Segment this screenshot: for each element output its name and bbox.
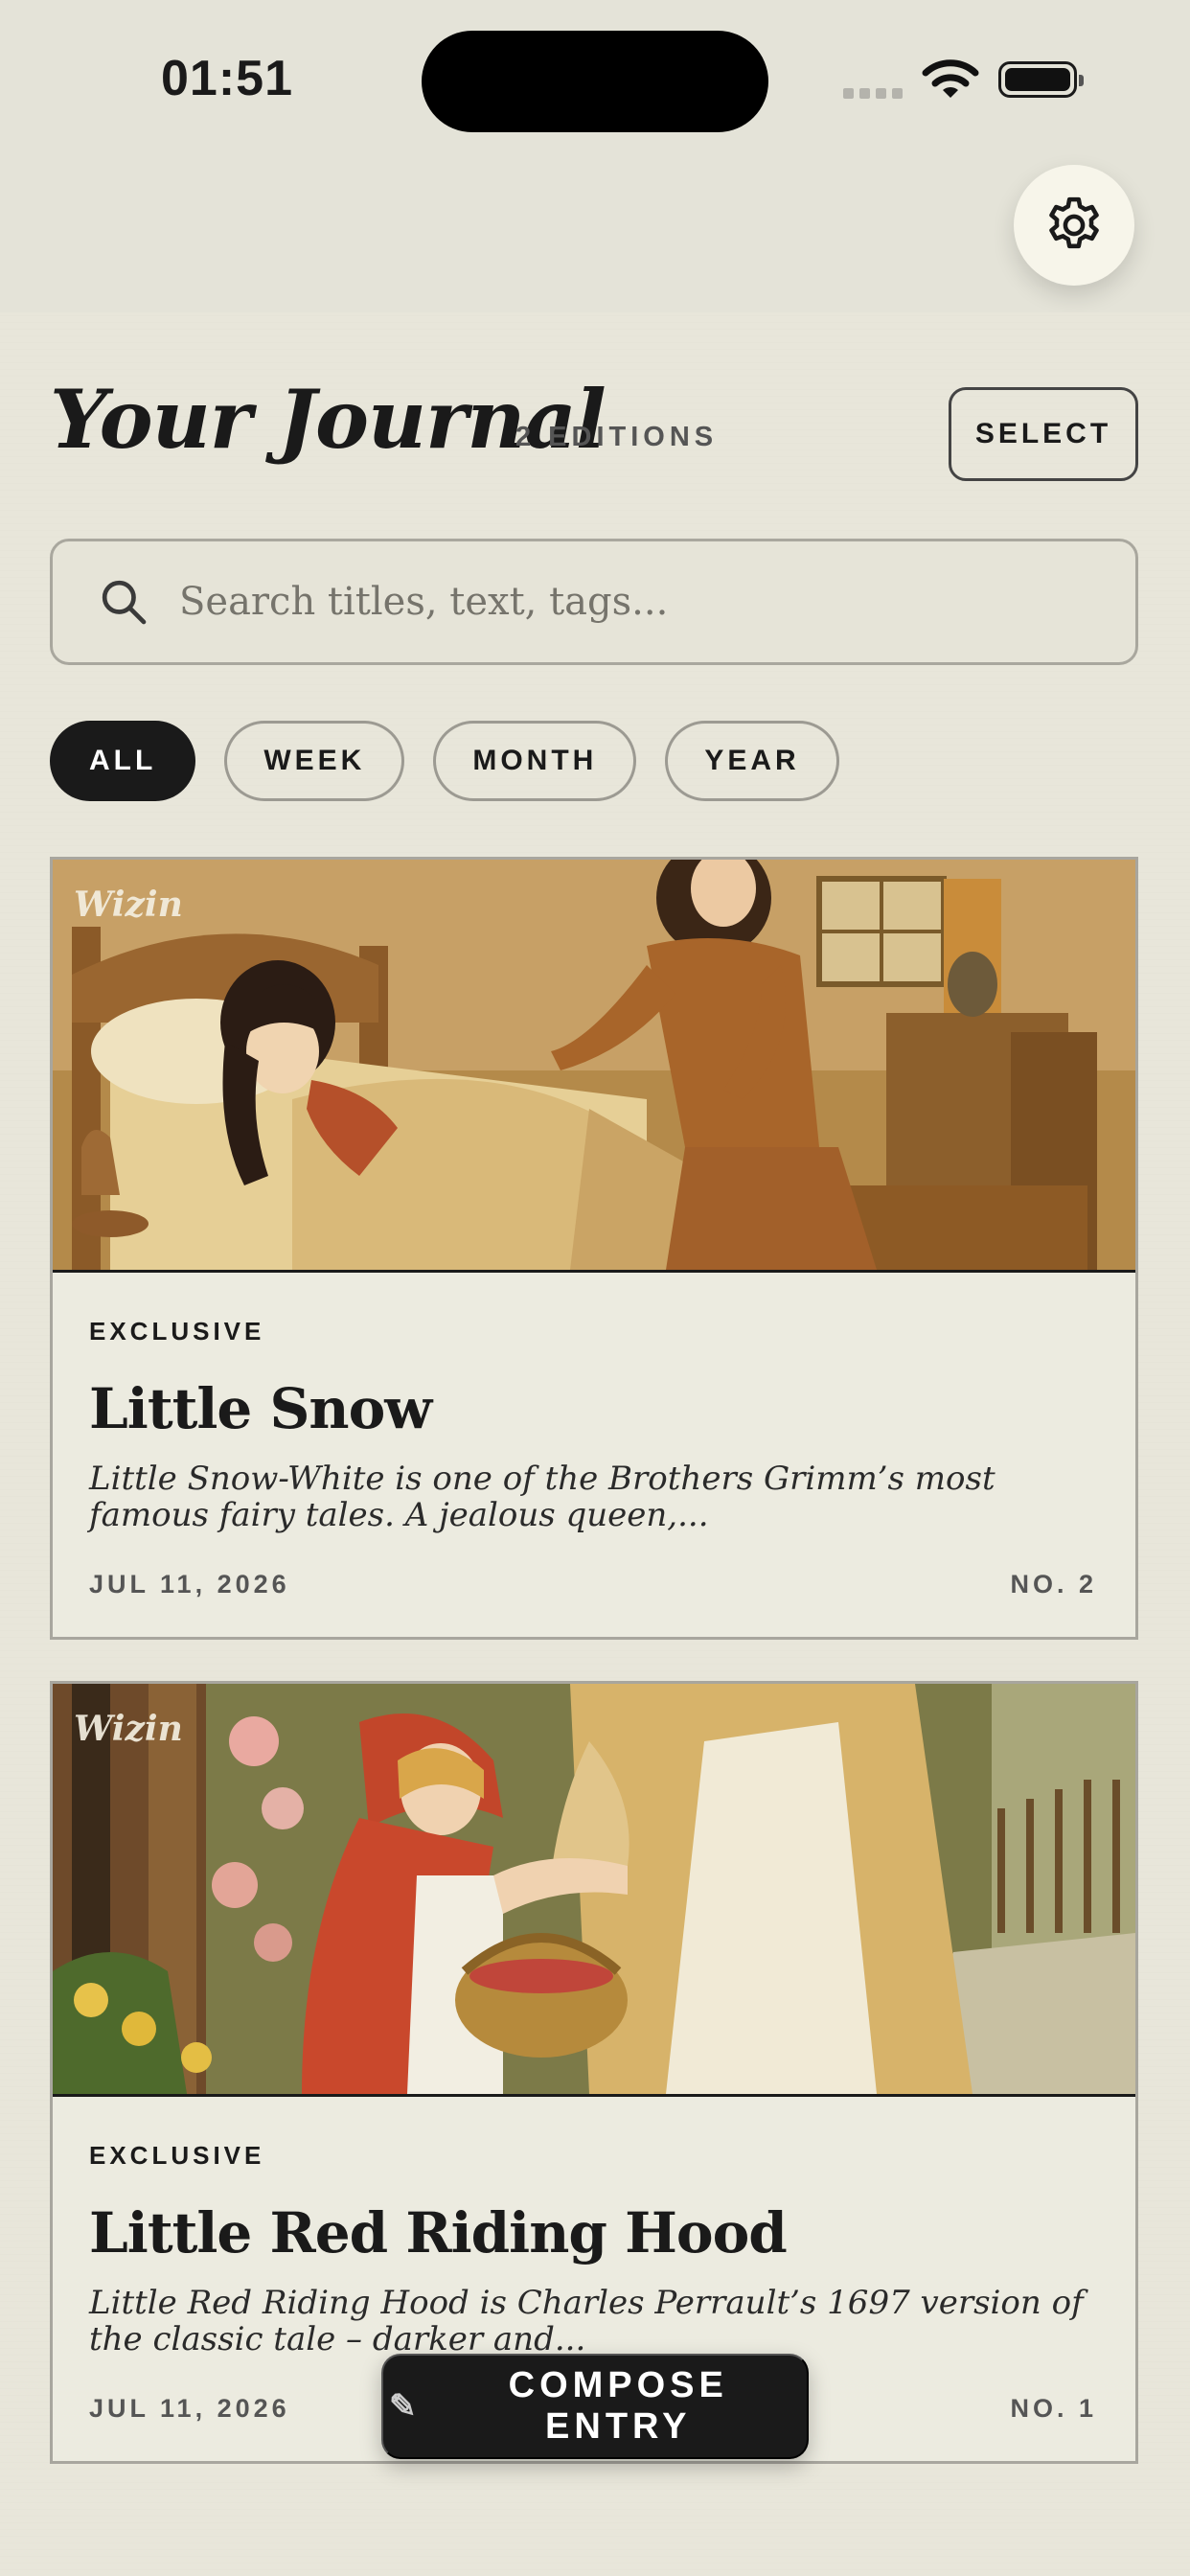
status-time: 01:51 [161,51,293,106]
status-bar: 01:51 [0,0,1190,163]
entry-date: JUL 11, 2026 [89,2394,290,2423]
signal-icon [843,84,908,103]
entry-title: Little Snow [89,1376,432,1441]
entry-tag: EXCLUSIVE [89,2141,265,2170]
search-icon [102,580,147,625]
battery-icon [998,61,1084,98]
entry-number: NO. 1 [1010,2394,1097,2423]
entry-excerpt: Little Snow-White is one of the Brothers… [89,1460,995,1534]
settings-button[interactable] [1014,165,1134,286]
gear-icon [1049,196,1099,249]
filter-month[interactable]: MONTH [433,721,637,801]
filter-all[interactable]: ALL [50,721,196,801]
compose-entry-button[interactable]: ✎ COMPOSE ENTRY [381,2354,809,2459]
entry-tag: EXCLUSIVE [89,1317,265,1346]
select-button[interactable]: SELECT [949,387,1138,481]
journal-entry-card[interactable]: Wizin EXCLUSIVE Little Snow Little Snow-… [50,857,1138,1640]
journal-entry-card[interactable]: Wizin EXCLUSIVE Little Red Riding Hood L… [50,1681,1138,2464]
edition-count: 2 EDITIONS [515,422,719,452]
filter-year[interactable]: YEAR [665,721,839,801]
watermark-logo: Wizin [74,885,183,925]
entry-date: JUL 11, 2026 [89,1570,290,1598]
filter-week[interactable]: WEEK [224,721,405,801]
entry-excerpt: Little Red Riding Hood is Charles Perrau… [89,2284,1084,2358]
wifi-icon [922,58,979,105]
search-input[interactable] [177,579,1043,625]
entry-title: Little Red Riding Hood [89,2200,788,2266]
watermark-logo: Wizin [74,1709,183,1749]
pencil-icon: ✎ [389,2388,417,2425]
entry-illustration: Wizin [53,1684,1135,2097]
search-bar[interactable] [50,539,1138,665]
entry-number: NO. 2 [1010,1570,1097,1598]
entry-illustration: Wizin [53,860,1135,1273]
dynamic-island [422,31,768,132]
filter-chips: ALL WEEK MONTH YEAR [50,721,839,801]
compose-label: COMPOSE ENTRY [508,2365,728,2447]
